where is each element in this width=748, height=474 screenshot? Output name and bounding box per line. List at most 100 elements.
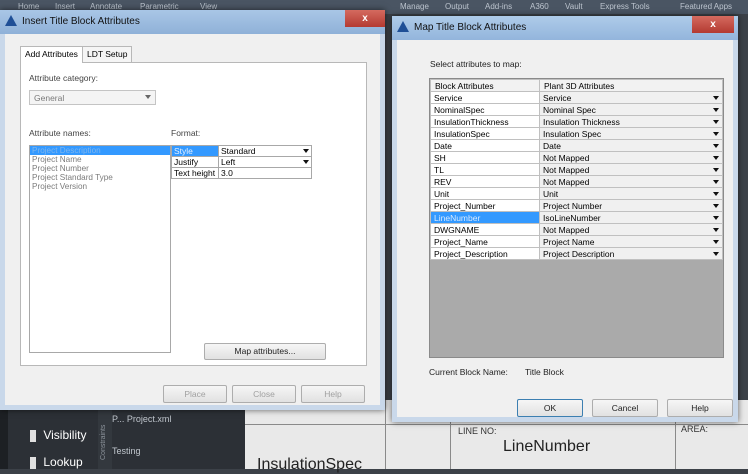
style-select[interactable]: Standard [218, 145, 312, 157]
table-row[interactable]: Unit Unit [430, 187, 723, 200]
table-row[interactable]: LineNumber IsoLineNumber [430, 211, 723, 224]
block-attribute-cell[interactable]: Project_Name [430, 235, 540, 248]
plant-attribute-select[interactable]: Service [539, 91, 723, 104]
text-height-input[interactable]: 3.0 [218, 167, 312, 179]
chevron-down-icon[interactable] [713, 96, 719, 100]
drawing-line [385, 400, 386, 469]
plant-attribute-select[interactable]: Not Mapped [539, 223, 723, 236]
ok-button[interactable]: OK [517, 399, 583, 417]
chevron-down-icon[interactable] [713, 132, 719, 136]
list-item[interactable]: Project Name [30, 155, 170, 164]
plant-attribute-select[interactable]: Insulation Spec [539, 127, 723, 140]
ribbon-item[interactable]: Featured Apps [680, 2, 732, 11]
block-attribute-cell[interactable]: Project_Number [430, 199, 540, 212]
dialog-titlebar[interactable]: Map Title Block Attributes x [392, 16, 738, 40]
table-row[interactable]: InsulationThickness Insulation Thickness [430, 115, 723, 128]
place-button[interactable]: Place [163, 385, 227, 403]
plant-attribute-select[interactable]: Insulation Thickness [539, 115, 723, 128]
ribbon-item[interactable]: Output [445, 2, 469, 11]
plant-attribute-select[interactable]: Project Description [539, 247, 723, 260]
plant-attribute-value: Project Name [543, 236, 595, 247]
dialog-titlebar[interactable]: Insert Title Block Attributes x [0, 10, 385, 34]
plant-attribute-select[interactable]: Not Mapped [539, 175, 723, 188]
block-attribute-cell[interactable]: SH [430, 151, 540, 164]
palette-item-lookup[interactable]: Lookup [30, 455, 83, 469]
format-row-label: Text height [171, 167, 219, 179]
chevron-down-icon[interactable] [713, 180, 719, 184]
plant-attribute-select[interactable]: Unit [539, 187, 723, 200]
ribbon-item[interactable]: Vault [565, 2, 583, 11]
plant-attribute-select[interactable]: Not Mapped [539, 151, 723, 164]
table-row[interactable]: SH Not Mapped [430, 151, 723, 164]
ribbon-item[interactable]: A360 [530, 2, 549, 11]
table-row[interactable]: Project_Name Project Name [430, 235, 723, 248]
table-row[interactable]: NominalSpec Nominal Spec [430, 103, 723, 116]
list-item[interactable]: Project Version [30, 182, 170, 191]
add-attributes-panel: Attribute category: General Attribute na… [20, 62, 367, 366]
plant-attribute-select[interactable]: Nominal Spec [539, 103, 723, 116]
table-row[interactable]: Project_Description Project Description [430, 247, 723, 260]
block-attribute-cell[interactable]: LineNumber [430, 211, 540, 224]
plant-attribute-select[interactable]: Not Mapped [539, 163, 723, 176]
block-attribute-cell[interactable]: REV [430, 175, 540, 188]
chevron-down-icon[interactable] [713, 108, 719, 112]
chevron-down-icon[interactable] [713, 216, 719, 220]
attribute-names-list[interactable]: Project Description Project Name Project… [29, 145, 171, 353]
chevron-down-icon[interactable] [713, 168, 719, 172]
cancel-button[interactable]: Cancel [592, 399, 658, 417]
plant-attribute-select[interactable]: Project Name [539, 235, 723, 248]
tab-add-attributes[interactable]: Add Attributes [20, 46, 83, 63]
plant-attribute-select[interactable]: Date [539, 139, 723, 152]
plant-attribute-select[interactable]: Project Number [539, 199, 723, 212]
block-attribute-cell[interactable]: Unit [430, 187, 540, 200]
list-item[interactable]: Project Standard Type [30, 173, 170, 182]
table-row[interactable]: InsulationSpec Insulation Spec [430, 127, 723, 140]
chevron-down-icon[interactable] [713, 252, 719, 256]
close-button[interactable]: Close [232, 385, 296, 403]
autocad-logo-icon [5, 15, 17, 26]
palette-tab-testing[interactable]: Testing [112, 446, 141, 456]
tab-ldt-setup[interactable]: LDT Setup [82, 46, 133, 62]
block-attribute-cell[interactable]: NominalSpec [430, 103, 540, 116]
block-attribute-cell[interactable]: InsulationThickness [430, 115, 540, 128]
list-item[interactable]: Project Number [30, 164, 170, 173]
help-button[interactable]: Help [301, 385, 365, 403]
block-attribute-cell[interactable]: InsulationSpec [430, 127, 540, 140]
close-icon[interactable]: x [692, 16, 734, 33]
plant-attribute-select[interactable]: IsoLineNumber [539, 211, 723, 224]
palette-item-visibility[interactable]: Visibility [30, 428, 86, 442]
block-attribute-cell[interactable]: Service [430, 91, 540, 104]
ribbon-item[interactable]: Add-ins [485, 2, 512, 11]
table-row[interactable]: TL Not Mapped [430, 163, 723, 176]
plant-attribute-value: Not Mapped [543, 164, 590, 175]
chevron-down-icon[interactable] [713, 144, 719, 148]
chevron-down-icon[interactable] [713, 192, 719, 196]
block-attribute-cell[interactable]: TL [430, 163, 540, 176]
attribute-category-select[interactable]: General [29, 90, 156, 105]
table-row[interactable]: Service Service [430, 91, 723, 104]
palette-side-tab[interactable]: Constraints [98, 400, 112, 469]
close-icon[interactable]: x [345, 10, 385, 27]
map-attributes-button[interactable]: Map attributes... [204, 343, 326, 360]
block-attribute-cell[interactable]: Date [430, 139, 540, 152]
list-item[interactable]: Project Description [30, 146, 170, 155]
palette-item-label: Lookup [43, 455, 83, 469]
table-row[interactable]: Project_Number Project Number [430, 199, 723, 212]
chevron-down-icon[interactable] [713, 156, 719, 160]
table-row[interactable]: Date Date [430, 139, 723, 152]
table-row[interactable]: DWGNAME Not Mapped [430, 223, 723, 236]
chevron-down-icon[interactable] [713, 240, 719, 244]
block-attribute-cell[interactable]: Project_Description [430, 247, 540, 260]
block-attribute-cell[interactable]: DWGNAME [430, 223, 540, 236]
chevron-down-icon[interactable] [713, 204, 719, 208]
chevron-down-icon[interactable] [713, 120, 719, 124]
plant-attribute-value: Service [543, 92, 572, 103]
help-button[interactable]: Help [667, 399, 733, 417]
ribbon-item[interactable]: Manage [400, 2, 429, 11]
table-row[interactable]: REV Not Mapped [430, 175, 723, 188]
justify-select[interactable]: Left [218, 156, 312, 168]
ribbon-item[interactable]: Express Tools [600, 2, 650, 11]
plant-attribute-value: Insulation Thickness [543, 116, 620, 127]
chevron-down-icon[interactable] [713, 228, 719, 232]
palette-tab-project[interactable]: P... Project.xml [112, 414, 171, 424]
